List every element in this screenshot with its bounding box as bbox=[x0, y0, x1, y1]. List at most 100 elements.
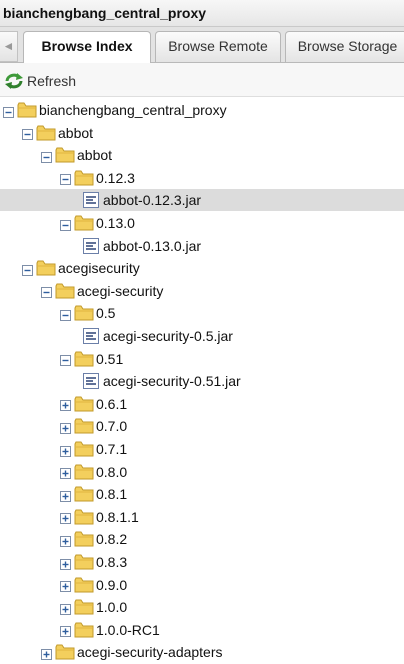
expand-toggle-icon[interactable] bbox=[60, 421, 71, 434]
tree-folder-node[interactable]: abbot bbox=[22, 122, 93, 144]
tab-scroll-left-button[interactable]: ◄ bbox=[0, 31, 18, 62]
collapse-toggle-icon[interactable] bbox=[60, 218, 71, 231]
tree-folder-node[interactable]: 0.7.0 bbox=[60, 415, 127, 437]
tree-folder-node[interactable]: 0.12.3 bbox=[60, 167, 135, 189]
tab-bar: ◄ Browse Index Browse Remote Browse Stor… bbox=[0, 27, 404, 63]
collapse-toggle-icon[interactable] bbox=[60, 353, 71, 367]
expand-toggle-icon[interactable] bbox=[60, 624, 71, 638]
toolbar: Refresh bbox=[0, 63, 404, 97]
tree-folder-node[interactable]: 0.51 bbox=[60, 348, 123, 370]
collapse-toggle-icon[interactable] bbox=[22, 127, 33, 141]
tree-folder-node[interactable]: 0.8.1 bbox=[60, 483, 127, 505]
tree-row[interactable]: acegi-security bbox=[0, 280, 404, 302]
tree-file-node[interactable]: abbot-0.12.3.jar bbox=[82, 189, 201, 211]
tree-row[interactable]: 1.0.0 bbox=[0, 596, 404, 618]
tree-folder-node[interactable]: acegi-security-adapters bbox=[41, 641, 223, 663]
folder-icon bbox=[74, 576, 94, 594]
collapse-toggle-icon[interactable] bbox=[41, 285, 52, 299]
collapse-toggle-icon[interactable] bbox=[60, 308, 71, 321]
expand-toggle-icon[interactable] bbox=[41, 647, 52, 660]
expand-toggle-icon[interactable] bbox=[60, 557, 71, 570]
tree-file-node[interactable]: acegi-security-0.5.jar bbox=[82, 325, 233, 347]
collapse-toggle-icon[interactable] bbox=[22, 263, 33, 276]
folder-icon bbox=[74, 395, 94, 413]
tree-folder-node[interactable]: 0.5 bbox=[60, 302, 115, 324]
tree-node-label: 1.0.0-RC1 bbox=[96, 621, 160, 638]
expand-toggle-icon[interactable] bbox=[60, 398, 71, 412]
tree-node-label: acegi-security-adapters bbox=[77, 644, 223, 661]
tree-row[interactable]: 0.8.2 bbox=[0, 528, 404, 550]
folder-icon bbox=[55, 146, 75, 164]
tree-row[interactable]: 0.8.1.1 bbox=[0, 506, 404, 528]
refresh-button[interactable]: Refresh bbox=[4, 71, 76, 91]
tree-folder-node[interactable]: 0.8.1.1 bbox=[60, 506, 139, 528]
expand-toggle-icon[interactable] bbox=[60, 579, 71, 593]
repository-title: bianchengbang_central_proxy bbox=[0, 0, 404, 27]
tab-browse-storage[interactable]: Browse Storage bbox=[285, 31, 404, 62]
tree-row[interactable]: 0.13.0 bbox=[0, 212, 404, 234]
tree-row[interactable]: 0.6.1 bbox=[0, 393, 404, 415]
folder-icon bbox=[74, 621, 94, 639]
tree-node-label: 0.8.2 bbox=[96, 531, 128, 548]
tree-folder-node[interactable]: 0.8.2 bbox=[60, 528, 127, 550]
tree-row[interactable]: abbot-0.13.0.jar bbox=[0, 235, 404, 257]
tree-folder-node[interactable]: 0.6.1 bbox=[60, 393, 127, 415]
collapse-toggle-icon[interactable] bbox=[41, 150, 52, 163]
tree-node-label: abbot bbox=[58, 124, 94, 141]
expand-toggle-icon[interactable] bbox=[60, 511, 71, 525]
tree-folder-node[interactable]: 0.8.3 bbox=[60, 551, 127, 573]
tree-node-label: acegi-security-0.5.jar bbox=[103, 328, 233, 344]
jar-file-icon bbox=[82, 237, 100, 255]
tree-row[interactable]: 0.7.0 bbox=[0, 415, 404, 437]
tree-row[interactable]: acegi-security-0.51.jar bbox=[0, 370, 404, 392]
folder-icon bbox=[74, 169, 94, 187]
tree-folder-node[interactable]: bianchengbang_central_proxy bbox=[3, 99, 227, 121]
tree-node-label: 0.9.0 bbox=[96, 576, 128, 593]
tree-folder-node[interactable]: 0.7.1 bbox=[60, 438, 127, 460]
expand-toggle-icon[interactable] bbox=[60, 602, 71, 615]
tree-row[interactable]: 0.8.1 bbox=[0, 483, 404, 505]
collapse-toggle-icon[interactable] bbox=[3, 105, 14, 118]
tree-row[interactable]: abbot-0.12.3.jar bbox=[0, 189, 404, 212]
expand-toggle-icon[interactable] bbox=[60, 466, 71, 480]
tree-folder-node[interactable]: 0.9.0 bbox=[60, 574, 127, 596]
tree-row[interactable]: 1.0.0-RC1 bbox=[0, 619, 404, 641]
tree-folder-node[interactable]: 1.0.0-RC1 bbox=[60, 619, 160, 641]
collapse-toggle-icon[interactable] bbox=[60, 172, 71, 186]
folder-icon bbox=[74, 304, 94, 322]
folder-icon bbox=[74, 350, 94, 368]
tree-file-node[interactable]: abbot-0.13.0.jar bbox=[82, 235, 201, 257]
tree-row[interactable]: 0.5 bbox=[0, 302, 404, 324]
folder-icon bbox=[36, 124, 56, 142]
tree-node-label: abbot-0.13.0.jar bbox=[103, 237, 202, 254]
tab-browse-remote[interactable]: Browse Remote bbox=[155, 31, 281, 62]
tree-node-label: 0.13.0 bbox=[96, 215, 135, 231]
tree-row[interactable]: abbot bbox=[0, 122, 404, 144]
expand-toggle-icon[interactable] bbox=[60, 444, 71, 457]
tree-row[interactable]: 0.9.0 bbox=[0, 574, 404, 596]
tree-row[interactable]: acegi-security-0.5.jar bbox=[0, 325, 404, 347]
tree-row[interactable]: abbot bbox=[0, 144, 404, 166]
expand-toggle-icon[interactable] bbox=[60, 534, 71, 547]
tree-row[interactable]: 0.12.3 bbox=[0, 167, 404, 189]
tree-folder-node[interactable]: abbot bbox=[41, 144, 112, 166]
tree-file-node[interactable]: acegi-security-0.51.jar bbox=[82, 370, 241, 392]
tree-folder-node[interactable]: acegisecurity bbox=[22, 257, 140, 279]
tree-row[interactable]: acegisecurity bbox=[0, 257, 404, 279]
tree-row[interactable]: bianchengbang_central_proxy bbox=[0, 99, 404, 121]
tree-node-label: 0.51 bbox=[96, 350, 124, 367]
tree-row[interactable]: 0.8.0 bbox=[0, 461, 404, 483]
tree-row[interactable]: 0.7.1 bbox=[0, 438, 404, 460]
tree-folder-node[interactable]: 0.8.0 bbox=[60, 461, 127, 483]
tree-node-label: 0.12.3 bbox=[96, 169, 135, 186]
tree-row[interactable]: 0.51 bbox=[0, 348, 404, 370]
tab-browse-index[interactable]: Browse Index bbox=[23, 31, 151, 63]
tree-row[interactable]: 0.8.3 bbox=[0, 551, 404, 573]
tree-folder-node[interactable]: 0.13.0 bbox=[60, 212, 135, 234]
expand-toggle-icon[interactable] bbox=[60, 489, 71, 502]
jar-file-icon bbox=[82, 372, 100, 390]
tree-folder-node[interactable]: acegi-security bbox=[41, 280, 163, 302]
tree-folder-node[interactable]: 1.0.0 bbox=[60, 596, 127, 618]
tree-node-label: 0.6.1 bbox=[96, 395, 128, 412]
tree-row[interactable]: acegi-security-adapters bbox=[0, 641, 404, 663]
